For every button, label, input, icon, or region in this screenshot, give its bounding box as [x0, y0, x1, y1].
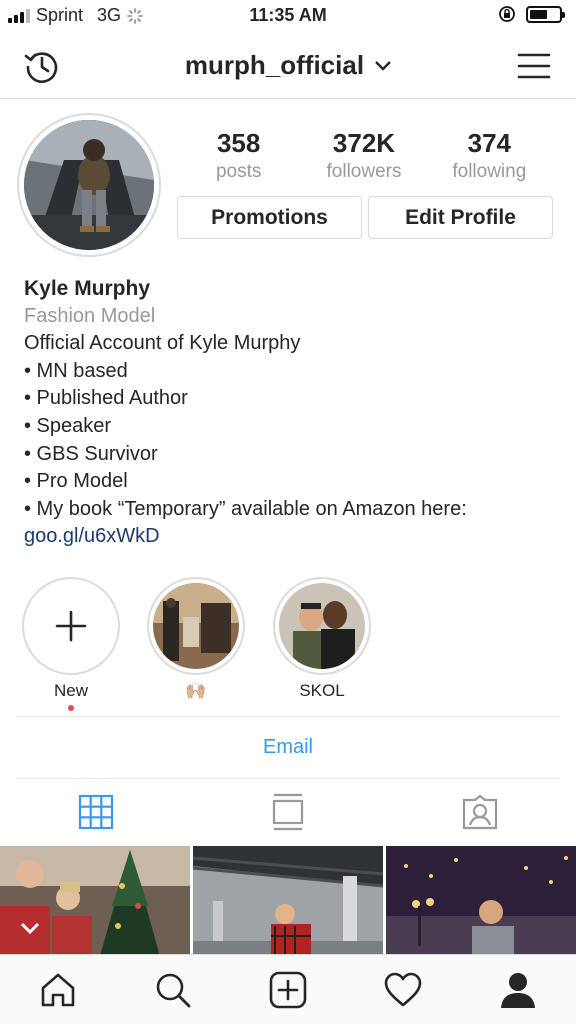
username-title: murph_official	[184, 50, 365, 80]
nav-home[interactable]	[0, 955, 115, 1024]
bio-line: Official Account of Kyle Murphy	[24, 332, 301, 355]
promotions-button[interactable]: Promotions	[177, 196, 362, 239]
divider	[16, 716, 560, 717]
bio-line: • GBS Survivor	[24, 442, 158, 465]
notification-dot	[68, 705, 74, 711]
stat-value: 374	[467, 128, 512, 158]
status-bar: Sprint 3G 11:35 AM	[0, 0, 576, 32]
post-thumbnail[interactable]	[386, 846, 576, 956]
feed-icon	[272, 793, 304, 831]
bio-line: • Speaker	[24, 414, 112, 437]
bio-line: • Pro Model	[24, 470, 128, 493]
bio-link[interactable]: goo.gl/u6xWkD	[24, 523, 554, 551]
menu-icon[interactable]	[512, 44, 556, 88]
highlight-cover	[279, 583, 365, 669]
highlight-ring	[147, 577, 245, 675]
battery-icon	[526, 5, 565, 23]
search-icon	[156, 973, 191, 1007]
status-right	[498, 5, 565, 23]
highlight-new-ring	[22, 577, 120, 675]
bio-line: • MN based	[24, 359, 128, 382]
avatar	[24, 120, 154, 250]
bio-line: • My book “Temporary” available on Amazo…	[24, 497, 467, 520]
highlight-cover	[153, 583, 239, 669]
stat-posts[interactable]: 358 posts	[176, 128, 301, 183]
highlight-raised-hands[interactable]: 🙌🏼	[147, 577, 245, 701]
nav-search[interactable]	[115, 955, 230, 1024]
stat-value: 372K	[332, 128, 396, 158]
orientation-lock-icon	[499, 6, 515, 22]
post-thumbnail[interactable]	[193, 846, 383, 956]
highlight-label: 🙌🏼	[185, 681, 207, 700]
profile-header-bar: murph_official	[0, 32, 576, 99]
stat-followers[interactable]: 372K followers	[301, 128, 426, 183]
bio-line: • Published Author	[24, 387, 188, 410]
profile-category: Fashion Model	[24, 304, 156, 327]
grid-icon	[78, 794, 114, 830]
highlight-skol[interactable]: SKOL	[273, 577, 371, 701]
nav-add-post[interactable]	[230, 955, 345, 1024]
highlight-label: SKOL	[299, 681, 345, 700]
nav-profile[interactable]	[461, 955, 576, 1024]
nav-activity[interactable]	[346, 955, 461, 1024]
chevron-down-icon	[370, 55, 391, 75]
stat-following[interactable]: 374 following	[427, 128, 552, 183]
post-thumbnail[interactable]	[0, 846, 190, 956]
home-icon	[41, 973, 74, 1006]
stat-value: 358	[216, 128, 261, 158]
status-time: 11:35 AM	[249, 5, 327, 25]
stat-label: following	[452, 161, 527, 182]
highlight-ring	[273, 577, 371, 675]
profile-icon	[501, 972, 536, 1008]
edit-profile-button[interactable]: Edit Profile	[368, 196, 553, 239]
account-switcher[interactable]: murph_official	[0, 50, 576, 81]
tab-tagged[interactable]	[384, 780, 576, 844]
profile-avatar[interactable]	[17, 113, 161, 257]
tab-feed[interactable]	[192, 780, 384, 844]
stat-label: posts	[215, 161, 262, 182]
profile-tabs	[0, 780, 576, 844]
tagged-icon	[462, 794, 498, 830]
posts-grid	[0, 846, 576, 956]
email-button[interactable]: Email	[0, 736, 576, 759]
profile-name: Kyle Murphy	[24, 277, 151, 300]
heart-icon	[384, 972, 422, 1006]
highlight-new[interactable]: New	[22, 577, 120, 711]
profile-stats: 358 posts 372K followers 374 following	[176, 128, 552, 183]
bottom-navigation	[0, 954, 576, 1024]
divider	[16, 778, 560, 779]
profile-bio: Kyle Murphy Fashion Model Official Accou…	[24, 275, 554, 551]
tab-grid[interactable]	[0, 780, 192, 844]
plus-icon	[55, 610, 87, 642]
add-post-icon	[269, 971, 307, 1008]
highlight-label: New	[53, 681, 88, 700]
stat-label: followers	[326, 161, 402, 182]
